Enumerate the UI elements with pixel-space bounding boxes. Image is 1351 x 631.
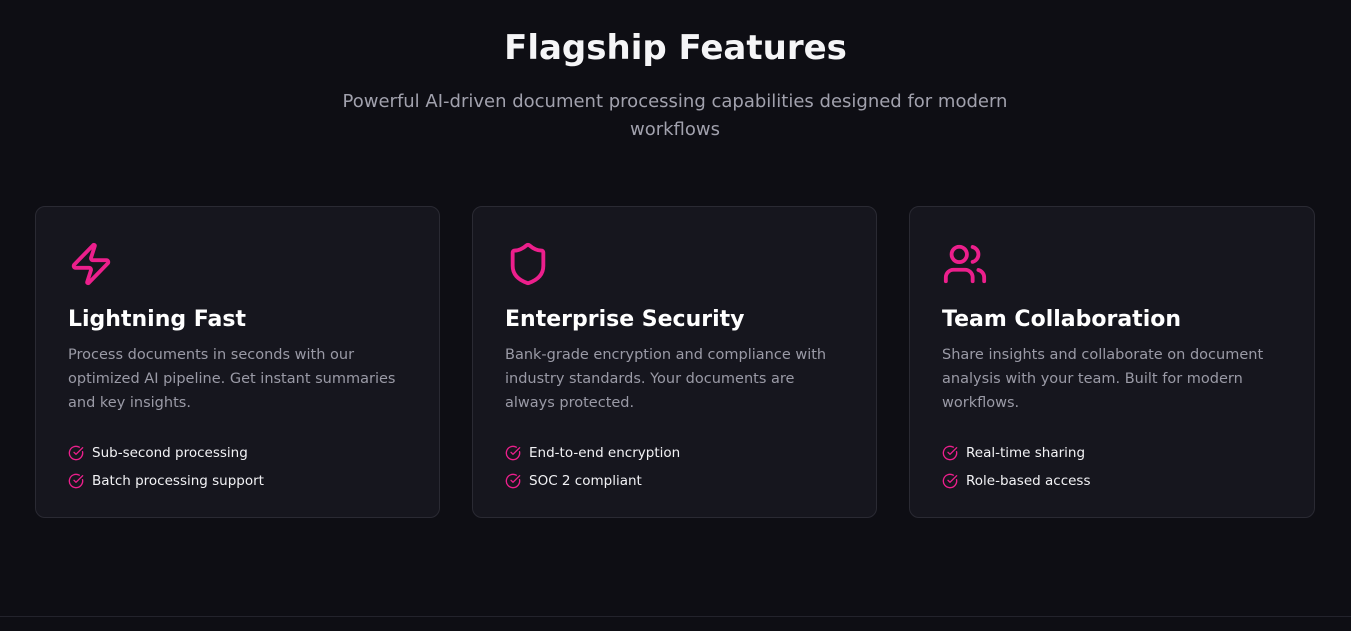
- feature-label: SOC 2 compliant: [529, 473, 642, 489]
- card-title: Team Collaboration: [942, 307, 1182, 332]
- feature-list: Sub-second processing Batch processing s…: [68, 439, 264, 495]
- section-title: Flagship Features: [504, 28, 847, 68]
- feature-label: Sub-second processing: [92, 445, 248, 461]
- check-circle-icon: [68, 445, 84, 461]
- feature-card-lightning-fast: Lightning Fast Process documents in seco…: [35, 206, 440, 518]
- section-subtitle: Powerful AI-driven document processing c…: [342, 91, 1008, 140]
- card-description: Process documents in seconds with our op…: [68, 347, 396, 411]
- card-description: Bank-grade encryption and compliance wit…: [505, 347, 827, 411]
- feature-list: End-to-end encryption SOC 2 compliant: [505, 439, 680, 495]
- feature-item: Real-time sharing: [942, 439, 1091, 467]
- feature-item: Sub-second processing: [68, 439, 264, 467]
- feature-item: Batch processing support: [68, 467, 264, 495]
- feature-item: SOC 2 compliant: [505, 467, 680, 495]
- feature-card-team-collaboration: Team Collaboration Share insights and co…: [909, 206, 1315, 518]
- check-circle-icon: [505, 445, 521, 461]
- check-circle-icon: [505, 473, 521, 489]
- feature-item: End-to-end encryption: [505, 439, 680, 467]
- feature-label: Real-time sharing: [966, 445, 1086, 461]
- card-title: Enterprise Security: [505, 307, 745, 332]
- feature-item: Role-based access: [942, 467, 1091, 495]
- feature-card-enterprise-security: Enterprise Security Bank-grade encryptio…: [472, 206, 877, 518]
- section-divider: [0, 616, 1351, 617]
- check-circle-icon: [68, 473, 84, 489]
- feature-list: Real-time sharing Role-based access: [942, 439, 1091, 495]
- shield-icon: [505, 241, 551, 287]
- feature-label: End-to-end encryption: [529, 445, 681, 461]
- users-icon: [942, 241, 988, 287]
- feature-label: Role-based access: [966, 473, 1091, 489]
- feature-cards: Lightning Fast Process documents in seco…: [35, 206, 1315, 520]
- check-circle-icon: [942, 473, 958, 489]
- card-description: Share insights and collaborate on docume…: [942, 347, 1264, 411]
- check-circle-icon: [942, 445, 958, 461]
- feature-label: Batch processing support: [92, 473, 264, 489]
- lightning-icon: [68, 241, 114, 287]
- card-title: Lightning Fast: [68, 307, 246, 332]
